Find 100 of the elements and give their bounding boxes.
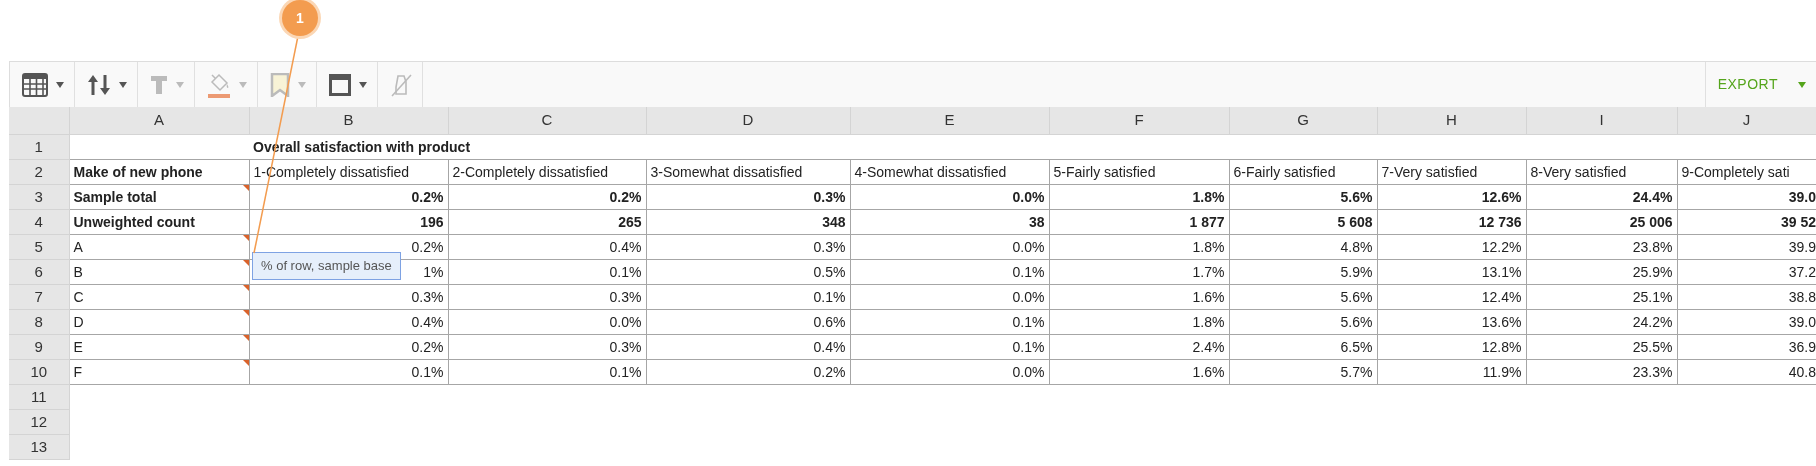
table-cell: 12.8%	[1377, 334, 1526, 359]
row-number[interactable]: 1	[9, 134, 69, 159]
table-cell: 0.1%	[850, 334, 1049, 359]
annotation-marker: 1	[282, 0, 318, 36]
paint-bucket-icon	[207, 71, 231, 98]
table-cell: Sample total	[69, 184, 249, 209]
table-cell: 0.2%	[249, 334, 448, 359]
table-cell: 0.1%	[646, 284, 850, 309]
row-number[interactable]: 6	[9, 259, 69, 284]
text-format-icon	[150, 74, 168, 95]
row-number[interactable]: 4	[9, 209, 69, 234]
column-header[interactable]: H	[1377, 107, 1526, 134]
column-header[interactable]: C	[448, 107, 646, 134]
table-cell: 0.3%	[646, 184, 850, 209]
table-cell: 0.1%	[850, 309, 1049, 334]
row-number[interactable]: 12	[9, 409, 69, 434]
table-cell: 0.4%	[646, 334, 850, 359]
table-cell: 6-Fairly satisfied	[1229, 159, 1377, 184]
table-cell: 0.4%	[448, 234, 646, 259]
table-cell: F	[69, 359, 249, 384]
column-header[interactable]: I	[1526, 107, 1677, 134]
sort-icon	[87, 73, 111, 96]
column-header[interactable]: F	[1049, 107, 1229, 134]
row-number[interactable]: 10	[9, 359, 69, 384]
table-cell: 5.6%	[1229, 284, 1377, 309]
tooltip: % of row, sample base	[252, 252, 401, 280]
table-cell: 1 877	[1049, 209, 1229, 234]
table-cell: 24.4%	[1526, 184, 1677, 209]
table-cell: 0.0%	[850, 234, 1049, 259]
table-cell: 196	[249, 209, 448, 234]
table-cell: 25.1%	[1526, 284, 1677, 309]
table-cell: 1.7%	[1049, 259, 1229, 284]
row-number[interactable]: 8	[9, 309, 69, 334]
table-cell: 12.6%	[1377, 184, 1526, 209]
table-cell: 0.0%	[850, 359, 1049, 384]
table-cell: 13.1%	[1377, 259, 1526, 284]
table-cell: 0.3%	[646, 234, 850, 259]
row-number[interactable]: 9	[9, 334, 69, 359]
table-cell: 23.3%	[1526, 359, 1677, 384]
table-cell: 9-Completely sati	[1677, 159, 1816, 184]
table-cell: 6.5%	[1229, 334, 1377, 359]
column-header[interactable]: J	[1677, 107, 1816, 134]
table-cell: 0.6%	[646, 309, 850, 334]
table-cell: 1.8%	[1049, 309, 1229, 334]
row-number[interactable]: 7	[9, 284, 69, 309]
table-cell: 5.6%	[1229, 309, 1377, 334]
table-cell: 0.2%	[646, 359, 850, 384]
row-number[interactable]: 3	[9, 184, 69, 209]
table-cell: 2.4%	[1049, 334, 1229, 359]
table-cell: 12 736	[1377, 209, 1526, 234]
table-cell: 4-Somewhat dissatisfied	[850, 159, 1049, 184]
row-number[interactable]: 2	[9, 159, 69, 184]
table-cell: 2-Completely dissatisfied	[448, 159, 646, 184]
table-cell: 0.1%	[850, 259, 1049, 284]
table-cell: 0.1%	[249, 359, 448, 384]
table-cell: 1.6%	[1049, 359, 1229, 384]
table-cell: 0.3%	[249, 284, 448, 309]
clear-format-icon	[390, 72, 412, 97]
column-header[interactable]: E	[850, 107, 1049, 134]
table-cell: 0.2%	[249, 184, 448, 209]
table-cell: 1.8%	[1049, 184, 1229, 209]
table-cell: 25.5%	[1526, 334, 1677, 359]
table-cell: 0.5%	[646, 259, 850, 284]
table-cell: 25 006	[1526, 209, 1677, 234]
table-cell: 5.9%	[1229, 259, 1377, 284]
table-cell: 5.7%	[1229, 359, 1377, 384]
table-cell: 24.2%	[1526, 309, 1677, 334]
table-cell: 5-Fairly satisfied	[1049, 159, 1229, 184]
table-cell: 0.3%	[448, 334, 646, 359]
table-cell: 1.8%	[1049, 234, 1229, 259]
table-cell: 11.9%	[1377, 359, 1526, 384]
table-icon	[22, 72, 48, 97]
table-cell: 7-Very satisfied	[1377, 159, 1526, 184]
table-cell: 5 608	[1229, 209, 1377, 234]
column-header[interactable]: G	[1229, 107, 1377, 134]
table-cell: E	[69, 334, 249, 359]
table-cell: A	[69, 234, 249, 259]
row-number[interactable]: 13	[9, 434, 69, 459]
table-cell: Unweighted count	[69, 209, 249, 234]
table-cell: 0.0%	[850, 184, 1049, 209]
column-header[interactable]: B	[249, 107, 448, 134]
table-cell: 0.1%	[448, 259, 646, 284]
row-number[interactable]: 11	[9, 384, 69, 409]
table-cell: 0.0%	[850, 284, 1049, 309]
caret-icon	[1798, 81, 1806, 88]
table-cell: 0.0%	[448, 309, 646, 334]
table-cell: 5.6%	[1229, 184, 1377, 209]
table-cell: 0.4%	[249, 309, 448, 334]
table-cell: 1.6%	[1049, 284, 1229, 309]
table-cell: 265	[448, 209, 646, 234]
table-cell: D	[69, 309, 249, 334]
table-cell: 25.9%	[1526, 259, 1677, 284]
table-cell: 0.3%	[448, 284, 646, 309]
table-cell: 348	[646, 209, 850, 234]
table-cell: 12.2%	[1377, 234, 1526, 259]
table-cell: 13.6%	[1377, 309, 1526, 334]
table-cell: C	[69, 284, 249, 309]
column-header[interactable]: A	[69, 107, 249, 134]
row-number[interactable]: 5	[9, 234, 69, 259]
column-header[interactable]: D	[646, 107, 850, 134]
